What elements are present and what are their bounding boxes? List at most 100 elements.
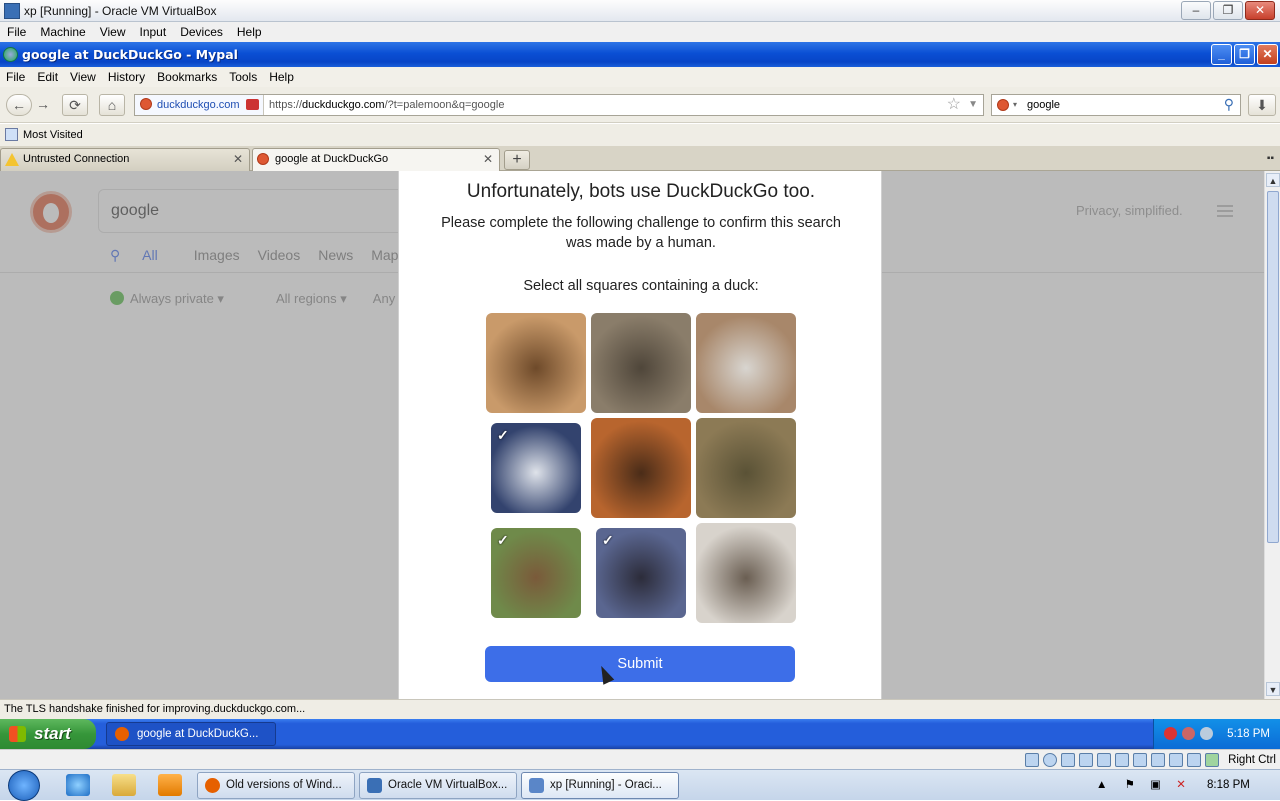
host-close-button[interactable]: ✕ (1245, 1, 1275, 20)
forward-button[interactable]: → (33, 94, 53, 116)
host-menu-devices[interactable]: Devices (173, 22, 230, 42)
security-alert-icon[interactable] (1164, 727, 1177, 740)
host-menu-help[interactable]: Help (230, 22, 269, 42)
challenge-tile-bat[interactable] (486, 313, 586, 413)
recording-icon[interactable] (1151, 753, 1165, 767)
scroll-up-icon[interactable]: ▲ (1266, 173, 1280, 187)
volume-muted-icon[interactable]: ✕ (1176, 779, 1186, 791)
menu-view[interactable]: View (64, 67, 102, 87)
host-minimize-button[interactable]: – (1181, 1, 1211, 20)
challenge-tile-seal[interactable] (696, 523, 796, 623)
antivirus-icon[interactable] (1182, 727, 1195, 740)
most-visited-bookmark[interactable]: Most Visited (5, 127, 83, 143)
reload-button[interactable]: ⟳ (62, 94, 88, 116)
menu-history[interactable]: History (102, 67, 151, 87)
challenge-tile-duck[interactable]: ✓ (596, 528, 686, 618)
browser-minimize-button[interactable]: _ (1211, 44, 1232, 65)
url-path: /?t=palemoon&q=google (384, 99, 505, 111)
search-bar[interactable]: ▾ google ⚲ (991, 94, 1241, 116)
network-adapter-icon[interactable] (1079, 753, 1093, 767)
tab-close-button[interactable]: ✕ (233, 149, 243, 170)
submit-button[interactable]: Submit (485, 646, 795, 682)
host-menu-machine[interactable]: Machine (33, 22, 92, 42)
bookmark-star-icon[interactable]: ☆ (947, 95, 961, 115)
action-center-flag-icon[interactable]: ⚑ (1125, 779, 1135, 791)
browser-status-bar: The TLS handshake finished for improving… (0, 699, 1280, 719)
virtualbox-icon (4, 3, 20, 19)
search-icon[interactable]: ⚲ (1224, 96, 1234, 113)
host-menu-view[interactable]: View (93, 22, 133, 42)
host-system-tray: ▲ ⚑ ▣ ✕ (1096, 770, 1186, 801)
check-icon: ✓ (497, 427, 509, 443)
host-task-browser[interactable]: Old versions of Wind... (197, 772, 355, 799)
menu-bookmarks[interactable]: Bookmarks (151, 67, 223, 87)
challenge-tile-gibbon[interactable] (591, 418, 691, 518)
host-menu-input[interactable]: Input (133, 22, 174, 42)
usb-icon[interactable] (1097, 753, 1111, 767)
internet-explorer-icon[interactable] (66, 774, 90, 796)
url-prefix: https:// (269, 99, 303, 111)
menu-tools[interactable]: Tools (223, 67, 263, 87)
optical-drive-icon[interactable] (1043, 753, 1057, 767)
warning-icon (5, 153, 19, 166)
xp-clock: 5:18 PM (1227, 728, 1270, 740)
menu-edit[interactable]: Edit (31, 67, 64, 87)
audio-icon[interactable] (1061, 753, 1075, 767)
file-explorer-icon[interactable] (112, 774, 136, 796)
mypal-icon (115, 727, 129, 741)
scrollbar-thumb[interactable] (1267, 191, 1279, 543)
host-task-vm-window[interactable]: xp [Running] - Oraci... (521, 772, 679, 799)
host-taskbar: Old versions of Wind... Oracle VM Virtua… (0, 769, 1280, 801)
hard-disk-icon[interactable] (1025, 753, 1039, 767)
display-icon[interactable] (1133, 753, 1147, 767)
tab-untrusted-connection[interactable]: Untrusted Connection ✕ (0, 148, 250, 171)
cpu-icon[interactable] (1169, 753, 1183, 767)
xp-start-button[interactable]: start (0, 719, 96, 749)
new-tab-button[interactable]: + (504, 150, 530, 170)
network-icon[interactable] (1200, 727, 1213, 740)
challenge-tile-duck[interactable]: ✓ (491, 423, 581, 513)
challenge-tile-monkey[interactable] (696, 418, 796, 518)
list-all-tabs-icon[interactable]: ▪▪ (1267, 153, 1274, 164)
page-scrollbar[interactable]: ▲ ▼ (1264, 171, 1280, 699)
search-bar-value: google (1027, 99, 1061, 111)
search-engine-dropdown-icon[interactable]: ▾ (1013, 95, 1017, 115)
scroll-down-icon[interactable]: ▼ (1266, 682, 1280, 696)
challenge-tile-camel[interactable] (696, 313, 796, 413)
mouse-integration-icon[interactable] (1187, 753, 1201, 767)
host-menu-bar: File Machine View Input Devices Help (0, 22, 1280, 42)
tab-close-button[interactable]: ✕ (483, 149, 493, 170)
host-task-virtualbox-manager[interactable]: Oracle VM VirtualBox... (359, 772, 517, 799)
host-menu-file[interactable]: File (0, 22, 33, 42)
downloads-button[interactable]: ⬇ (1248, 94, 1276, 116)
back-button[interactable]: ← (6, 94, 32, 116)
shared-folders-icon[interactable] (1115, 753, 1129, 767)
url-host: duckduckgo.com (302, 99, 385, 111)
xp-task-browser[interactable]: google at DuckDuckG... (106, 722, 276, 746)
search-engine-icon[interactable] (997, 99, 1009, 111)
windows-start-orb-icon[interactable] (8, 770, 40, 801)
virtualbox-vm-icon (529, 778, 544, 793)
site-identity-button[interactable]: duckduckgo.com (135, 95, 264, 115)
show-hidden-icons-icon[interactable]: ▲ (1096, 779, 1107, 791)
check-icon: ✓ (497, 532, 509, 548)
keyboard-icon[interactable] (1205, 753, 1219, 767)
browser-restore-button[interactable]: ❐ (1234, 44, 1255, 65)
home-button[interactable]: ⌂ (99, 94, 125, 116)
media-player-icon[interactable] (158, 774, 182, 796)
menu-file[interactable]: File (0, 67, 31, 87)
menu-help[interactable]: Help (263, 67, 300, 87)
host-window-title: xp [Running] - Oracle VM VirtualBox (24, 4, 217, 18)
challenge-tile-duck[interactable]: ✓ (491, 528, 581, 618)
host-restore-button[interactable]: ❐ (1213, 1, 1243, 20)
url-bar[interactable]: duckduckgo.com https://duckduckgo.com/?t… (134, 94, 984, 116)
duckduckgo-favicon-icon (140, 98, 152, 110)
url-dropdown-icon[interactable]: ▼ (968, 95, 978, 115)
mypal-icon (3, 47, 18, 62)
tab-google-at-duckduckgo[interactable]: google at DuckDuckGo ✕ (252, 148, 500, 172)
windows-flag-icon (9, 726, 26, 742)
browser-close-button[interactable]: ✕ (1257, 44, 1278, 65)
network-status-icon[interactable]: ▣ (1150, 779, 1161, 791)
host-title-bar: xp [Running] - Oracle VM VirtualBox – ❐ … (0, 0, 1280, 22)
challenge-tile-rhino[interactable] (591, 313, 691, 413)
